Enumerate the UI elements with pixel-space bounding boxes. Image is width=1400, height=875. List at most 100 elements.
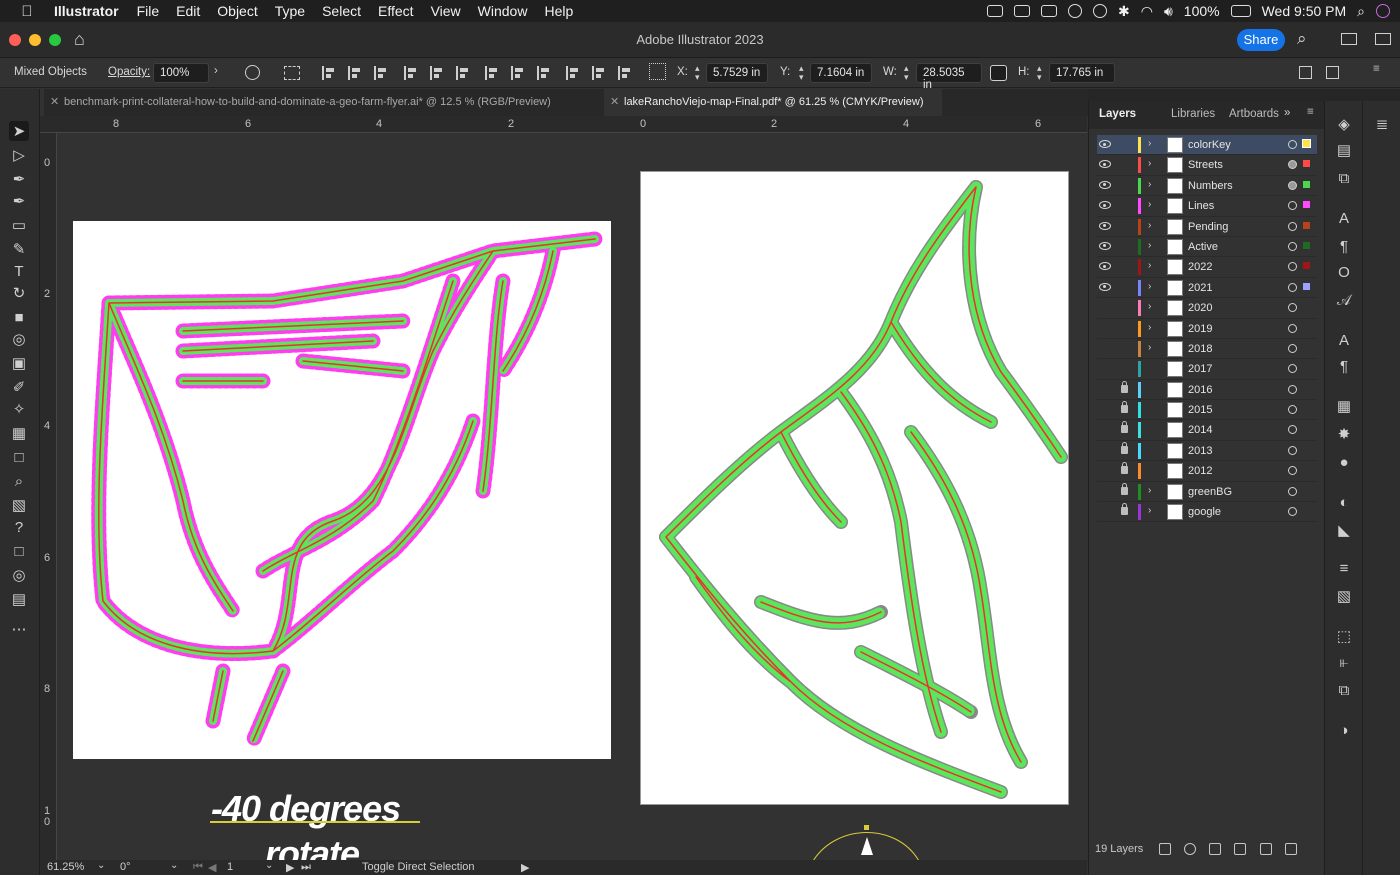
distribute-top-icon[interactable] <box>485 66 499 80</box>
align-left-icon[interactable] <box>322 66 336 80</box>
menu-help[interactable]: Help <box>544 3 573 19</box>
zoom-dropdown-chevron-icon[interactable]: ⌄ <box>97 860 105 871</box>
document-tab-map[interactable]: ✕ lakeRanchoViejo-map-Final.pdf* @ 61.25… <box>604 89 942 116</box>
visibility-eye-icon[interactable] <box>1099 282 1111 291</box>
document-tab-flyer[interactable]: ✕ benchmark-print-collateral-how-to-buil… <box>44 89 602 116</box>
layer-name[interactable]: greenBG <box>1188 486 1232 498</box>
stroke-panel-icon[interactable]: ≡ <box>1335 559 1353 577</box>
layer-name[interactable]: 2019 <box>1188 323 1212 335</box>
isolate-icon[interactable] <box>1326 66 1339 79</box>
align-to-selection-icon[interactable] <box>284 66 300 80</box>
layer-target-icon[interactable] <box>1288 323 1297 333</box>
visibility-toggle-empty[interactable] <box>1097 321 1113 337</box>
expand-chevron-icon[interactable]: › <box>1148 179 1151 190</box>
layer-row-2012[interactable]: 2012 <box>1097 461 1317 482</box>
distribute-right-icon[interactable] <box>618 66 632 80</box>
shape-builder-tool-icon[interactable]: ▦ <box>9 423 29 443</box>
drive-icon[interactable] <box>1014 5 1030 17</box>
layer-target-icon[interactable] <box>1288 364 1297 374</box>
panel-expand-icon[interactable]: » <box>1284 107 1290 119</box>
opacity-field[interactable]: 100% <box>153 63 209 83</box>
layer-target-icon[interactable] <box>1288 262 1297 272</box>
lock-icon[interactable] <box>1121 421 1128 434</box>
close-tab-icon[interactable]: ✕ <box>50 89 59 116</box>
selection-indicator-square[interactable] <box>1303 221 1310 229</box>
layer-row-greenbg[interactable]: › greenBG <box>1097 482 1317 503</box>
visibility-eye-icon[interactable] <box>1099 241 1111 250</box>
selection-indicator-square[interactable] <box>1303 282 1310 290</box>
lock-icon[interactable] <box>1121 482 1128 495</box>
appearance-panel-icon[interactable]: ● <box>1335 453 1353 471</box>
artboard-number-field[interactable]: 1 <box>227 861 233 873</box>
time-machine-icon[interactable] <box>1093 4 1107 18</box>
align-right-icon[interactable] <box>374 66 388 80</box>
visibility-eye-icon[interactable] <box>1099 160 1111 169</box>
siri-icon[interactable] <box>1376 4 1390 18</box>
panel-dock-header[interactable] <box>1088 89 1400 101</box>
visibility-toggle-empty[interactable] <box>1097 361 1113 377</box>
opentype-panel-icon[interactable]: O <box>1335 263 1353 281</box>
reference-point-icon[interactable] <box>649 63 666 80</box>
screen-mode-icon[interactable]: ▤ <box>9 589 29 609</box>
make-clipping-mask-icon[interactable] <box>1209 843 1221 855</box>
tab-artboards[interactable]: Artboards <box>1229 108 1279 120</box>
transform-options-icon[interactable] <box>1299 66 1312 79</box>
layer-target-icon[interactable] <box>1288 140 1297 149</box>
layer-name[interactable]: 2021 <box>1188 282 1212 294</box>
layer-name[interactable]: 2017 <box>1188 363 1212 375</box>
draw-inside-icon[interactable]: ◎ <box>9 565 29 585</box>
battery-icon[interactable] <box>1230 5 1251 17</box>
distribute-vertical-center-icon[interactable] <box>511 66 525 80</box>
distribute-horizontal-center-icon[interactable] <box>592 66 606 80</box>
layer-row-lines[interactable]: › Lines <box>1097 196 1317 217</box>
symbols-panel-icon[interactable]: ✸ <box>1335 425 1353 443</box>
layer-row-colorkey[interactable]: › colorKey <box>1097 135 1317 156</box>
visibility-toggle-empty[interactable] <box>1097 382 1113 398</box>
visibility-toggle-empty[interactable] <box>1097 422 1113 438</box>
width-field[interactable]: 28.5035 in <box>916 63 982 91</box>
color-guide-icon[interactable]: ◣ <box>1335 521 1353 539</box>
selection-indicator-square[interactable] <box>1303 201 1310 209</box>
properties-panel-icon[interactable]: ▤ <box>1335 141 1353 159</box>
stack-icon[interactable] <box>1041 5 1057 17</box>
layer-row-active[interactable]: › Active <box>1097 237 1317 258</box>
rotate-widget-icon[interactable] <box>807 823 927 860</box>
layer-name[interactable]: colorKey <box>1188 139 1231 151</box>
layer-row-streets[interactable]: › Streets <box>1097 155 1317 176</box>
battery-percent[interactable]: 100% <box>1184 3 1220 19</box>
selection-indicator-square[interactable] <box>1303 262 1310 270</box>
layer-row-google[interactable]: › google <box>1097 502 1317 523</box>
layer-name[interactable]: 2013 <box>1188 445 1212 457</box>
create-new-layer-icon[interactable] <box>1260 843 1272 855</box>
layer-target-icon[interactable] <box>1288 343 1297 353</box>
glyphs-panel-icon[interactable]: 𝒜 <box>1335 291 1353 309</box>
layer-target-icon[interactable] <box>1288 201 1297 211</box>
lock-icon[interactable] <box>1121 441 1128 454</box>
visibility-toggle-empty[interactable] <box>1097 443 1113 459</box>
apple-menu-icon[interactable]:  <box>0 3 54 20</box>
clock[interactable]: Wed 9:50 PM <box>1262 3 1347 19</box>
layer-target-icon[interactable] <box>1288 241 1297 251</box>
search-icon[interactable]: ⌕ <box>1297 29 1307 49</box>
align-top-icon[interactable] <box>404 66 418 80</box>
bluetooth-icon[interactable]: ✱ <box>1118 3 1130 20</box>
transform-panel-icon[interactable]: ⬚ <box>1335 627 1353 645</box>
x-position-field[interactable]: 5.7529 in <box>706 63 768 83</box>
layer-target-icon[interactable] <box>1288 384 1297 394</box>
character-styles-icon[interactable]: A <box>1335 331 1353 349</box>
selection-indicator-square[interactable] <box>1303 180 1310 188</box>
expand-chevron-icon[interactable]: › <box>1148 301 1151 312</box>
lock-icon[interactable] <box>1121 380 1128 393</box>
expand-chevron-icon[interactable]: › <box>1148 281 1151 292</box>
expand-chevron-icon[interactable]: › <box>1148 158 1151 169</box>
align-panel-icon[interactable]: ⫦ <box>1335 653 1353 671</box>
layer-target-icon[interactable] <box>1288 160 1297 170</box>
menu-file[interactable]: File <box>137 3 160 19</box>
visibility-toggle-empty[interactable] <box>1097 484 1113 500</box>
export-layer-icon[interactable] <box>1159 843 1171 855</box>
rotate-tool-icon[interactable]: ↻ <box>9 283 29 303</box>
menu-effect[interactable]: Effect <box>378 3 414 19</box>
visibility-eye-icon[interactable] <box>1099 262 1111 271</box>
layer-target-icon[interactable] <box>1288 425 1297 435</box>
artboard-selected-map[interactable] <box>73 221 611 759</box>
